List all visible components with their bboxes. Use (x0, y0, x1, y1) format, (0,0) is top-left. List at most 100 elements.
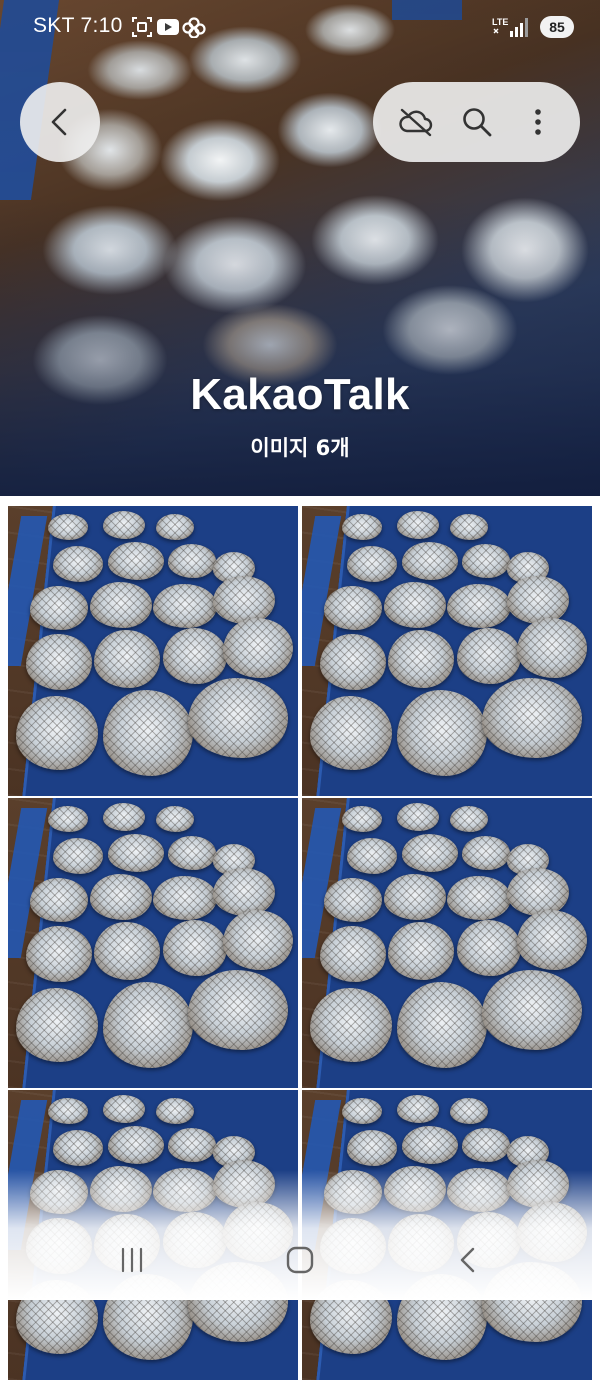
back-button[interactable] (20, 82, 100, 162)
squid-net-bag (94, 630, 160, 688)
battery-indicator: 85 (540, 16, 574, 38)
squid-net-bag (402, 834, 458, 872)
squid-net-bag (457, 628, 521, 684)
squid-net-bag (402, 1126, 458, 1164)
status-bar: SKT 7:10 LTE 85 (0, 0, 600, 56)
more-options-button[interactable] (516, 100, 560, 144)
squid-net-bag (447, 584, 511, 628)
squid-net-bag (168, 1128, 216, 1162)
recent-apps-button[interactable] (102, 1238, 162, 1282)
nav-back-button[interactable] (438, 1238, 498, 1282)
squid-net-bag (48, 514, 88, 540)
squid-net-bag (53, 838, 103, 874)
squid-net-bag (397, 511, 439, 539)
squid-net-bag (188, 678, 288, 758)
squid-net-bag (153, 584, 217, 628)
search-button[interactable] (455, 100, 499, 144)
squid-net-bag (320, 634, 386, 690)
squid-net-bag (384, 582, 446, 628)
squid-net-bag (462, 544, 510, 578)
squid-net-bag (30, 878, 88, 922)
photo-thumbnail[interactable] (8, 798, 298, 1088)
squid-net-bag (342, 806, 382, 832)
screenshot-icon (132, 17, 152, 37)
squid-net-bag (103, 803, 145, 831)
more-vertical-icon (534, 109, 541, 135)
squid-net-bag (103, 690, 193, 776)
album-cover (0, 0, 600, 496)
search-icon (462, 108, 491, 137)
cloud-sync-button[interactable] (394, 100, 438, 144)
squid-net-bag (320, 926, 386, 982)
squid-net-bag (397, 1095, 439, 1123)
status-right: LTE 85 (492, 14, 574, 40)
squid-net-bag (450, 806, 488, 832)
squid-net-bag (163, 628, 227, 684)
squid-net-bag (388, 922, 454, 980)
photo-thumbnail[interactable] (302, 506, 592, 796)
squid-net-bag (223, 910, 293, 970)
squid-net-bag (108, 542, 164, 580)
squid-net-bag (163, 920, 227, 976)
squid-net-bag (517, 910, 587, 970)
squid-net-bag (384, 874, 446, 920)
recent-apps-icon (121, 1247, 143, 1273)
squid-net-bag (156, 1098, 194, 1124)
squid-net-bag (450, 1098, 488, 1124)
squid-net-bag (53, 1130, 103, 1166)
squid-net-bag (482, 678, 582, 758)
squid-net-bag (90, 582, 152, 628)
squid-net-bag (517, 618, 587, 678)
squid-net-bag (507, 576, 569, 624)
squid-net-bag (156, 806, 194, 832)
squid-net-bag (108, 1126, 164, 1164)
photo-thumbnail[interactable] (8, 506, 298, 796)
network-type: LTE (492, 17, 508, 27)
squid-net-bag (26, 926, 92, 982)
squid-net-bag (347, 546, 397, 582)
squid-net-bag (90, 874, 152, 920)
squid-net-bag (53, 546, 103, 582)
signal-icon: LTE (492, 17, 528, 37)
album-actions (373, 82, 580, 162)
squid-net-bag (103, 511, 145, 539)
squid-net-bag (213, 868, 275, 916)
squid-net-bag (457, 920, 521, 976)
squid-net-bag (168, 836, 216, 870)
squid-net-bag (168, 544, 216, 578)
back-icon (460, 1247, 475, 1273)
squid-net-bag (16, 696, 98, 770)
home-icon (286, 1246, 314, 1274)
squid-net-bag (397, 982, 487, 1068)
squid-net-bag (482, 970, 582, 1050)
album-image-count: 이미지 6개 (250, 436, 350, 460)
status-left-icons (132, 17, 206, 38)
pinwheel-icon (182, 17, 206, 38)
squid-net-bag (462, 836, 510, 870)
squid-net-bag (188, 970, 288, 1050)
squid-net-bag (16, 988, 98, 1062)
squid-net-bag (347, 838, 397, 874)
squid-net-bag (26, 634, 92, 690)
squid-net-bag (324, 878, 382, 922)
album-title: KakaoTalk (190, 370, 410, 419)
cloud-off-icon (398, 108, 432, 137)
cover-shade (0, 0, 600, 496)
squid-net-bag (347, 1130, 397, 1166)
squid-net-bag (507, 868, 569, 916)
squid-net-bag (213, 576, 275, 624)
squid-net-bag (156, 514, 194, 540)
squid-net-bag (462, 1128, 510, 1162)
squid-net-bag (402, 542, 458, 580)
squid-net-bag (342, 514, 382, 540)
squid-net-bag (103, 982, 193, 1068)
squid-net-bag (48, 806, 88, 832)
squid-net-bag (342, 1098, 382, 1124)
squid-net-bag (94, 922, 160, 980)
photo-thumbnail[interactable] (302, 798, 592, 1088)
squid-net-bag (310, 696, 392, 770)
squid-net-bag (223, 618, 293, 678)
squid-net-bag (450, 514, 488, 540)
home-button[interactable] (270, 1238, 330, 1282)
squid-net-bag (310, 988, 392, 1062)
